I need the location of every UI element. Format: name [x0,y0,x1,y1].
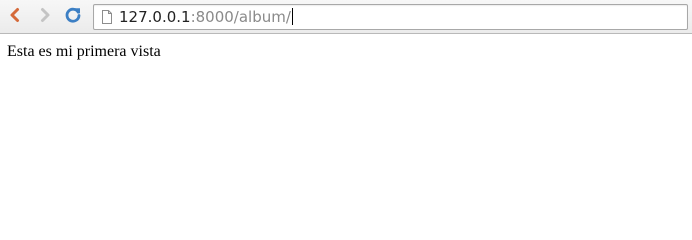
url-host: 127.0.0.1 [119,8,191,26]
url-text[interactable]: 127.0.0.1:8000/album/ [119,7,293,27]
reload-button[interactable] [61,5,85,29]
back-arrow-icon [7,7,23,28]
browser-toolbar: 127.0.0.1:8000/album/ [0,0,692,34]
forward-arrow-icon [37,7,53,28]
text-caret [291,8,293,25]
page-body-text: Esta es mi primera vista [7,43,161,60]
reload-icon [64,6,82,29]
page-icon [99,9,115,25]
forward-button[interactable] [33,5,57,29]
url-path: :8000/album/ [190,8,291,26]
back-button[interactable] [3,5,27,29]
address-bar[interactable]: 127.0.0.1:8000/album/ [93,4,688,30]
